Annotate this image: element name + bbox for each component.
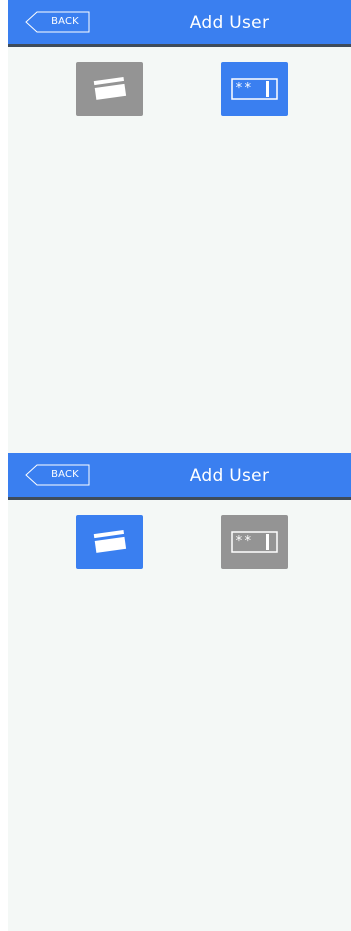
header-bar: BACK Add User [8, 0, 351, 47]
back-button-label: BACK [51, 16, 79, 27]
card-option-button[interactable] [76, 62, 143, 116]
card-icon [93, 76, 127, 100]
add-user-screen: BACK Add User ** [8, 0, 351, 453]
back-button[interactable]: BACK [25, 11, 91, 33]
page-title: Add User [189, 13, 270, 33]
back-button[interactable]: BACK [25, 464, 91, 486]
pin-code-icon [231, 531, 278, 553]
page-title: Add User [189, 466, 270, 486]
pin-code-option-button[interactable]: ** [221, 62, 288, 116]
back-button-label: BACK [51, 469, 79, 480]
pin-code-option-button[interactable]: ** [221, 515, 288, 569]
header-bar: BACK Add User [8, 453, 351, 500]
add-user-screen: BACK Add User ** [8, 453, 351, 931]
pin-code-icon [231, 78, 278, 100]
card-option-button[interactable] [76, 515, 143, 569]
pin-mask-text: ** [235, 534, 253, 549]
card-icon [93, 529, 127, 553]
pin-mask-text: ** [235, 81, 253, 96]
